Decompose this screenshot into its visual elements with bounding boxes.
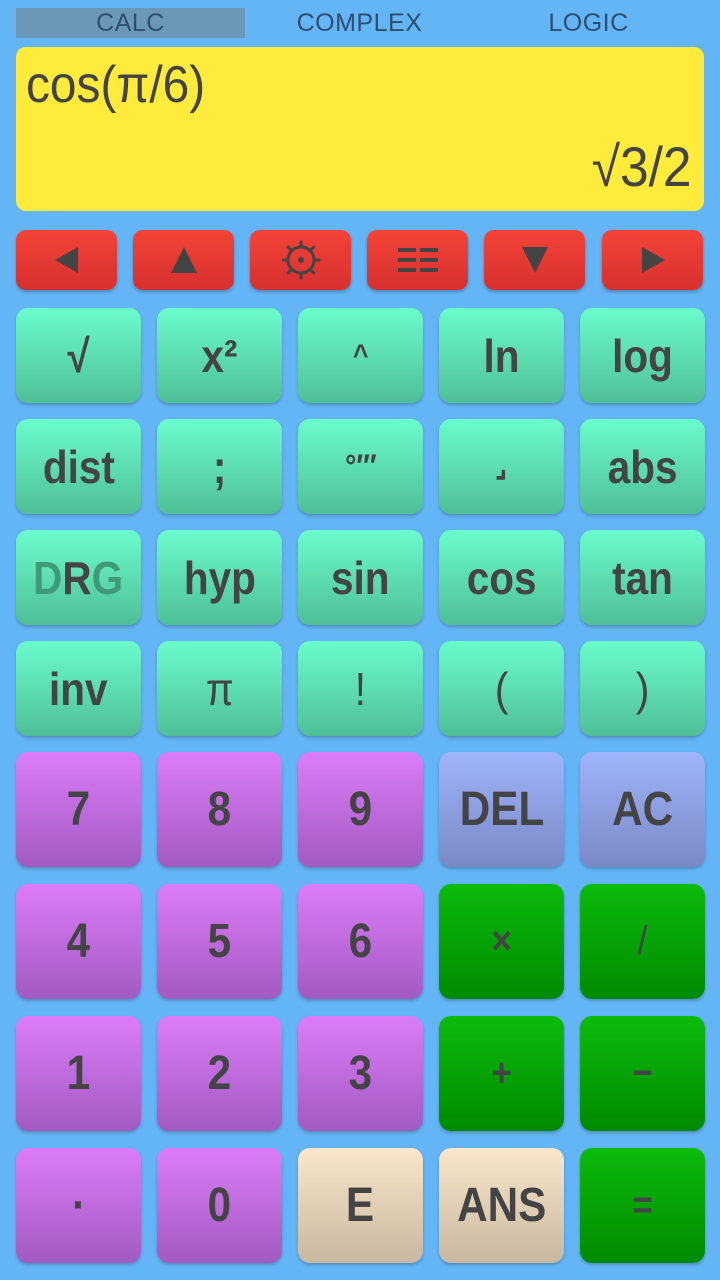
- key-sqrt[interactable]: √: [16, 308, 141, 403]
- settings-icon: [281, 240, 320, 280]
- key-4[interactable]: 4: [16, 884, 141, 999]
- cursor-left-button[interactable]: [16, 230, 117, 290]
- tab-calc[interactable]: CALC: [16, 8, 245, 38]
- key-delete[interactable]: DEL: [439, 752, 564, 867]
- key-decimal-point[interactable]: ·: [16, 1148, 141, 1263]
- history-down-button[interactable]: [484, 230, 585, 290]
- key-square[interactable]: x²: [157, 308, 282, 403]
- key-close-paren[interactable]: ): [580, 641, 705, 736]
- key-open-paren[interactable]: (: [439, 641, 564, 736]
- cursor-right-button[interactable]: [602, 230, 703, 290]
- arrow-down-icon: [521, 247, 548, 273]
- key-6[interactable]: 6: [298, 884, 423, 999]
- key-5[interactable]: 5: [157, 884, 282, 999]
- key-factorial[interactable]: !: [298, 641, 423, 736]
- key-1[interactable]: 1: [16, 1016, 141, 1131]
- mode-tabs: CALC COMPLEX LOGIC: [0, 0, 720, 44]
- key-2[interactable]: 2: [157, 1016, 282, 1131]
- key-pi[interactable]: π: [157, 641, 282, 736]
- key-log[interactable]: log: [580, 308, 705, 403]
- arrow-left-icon: [54, 247, 78, 273]
- key-exponent[interactable]: E: [298, 1148, 423, 1263]
- menu-icon: [397, 248, 438, 272]
- drg-grad: G: [92, 551, 124, 604]
- expression-text: cos(π/6): [26, 56, 206, 114]
- tab-complex[interactable]: COMPLEX: [245, 8, 474, 38]
- key-power[interactable]: ^: [298, 308, 423, 403]
- key-abs[interactable]: abs: [580, 419, 705, 514]
- history-up-button[interactable]: [133, 230, 234, 290]
- key-3[interactable]: 3: [298, 1016, 423, 1131]
- arrow-up-icon: [170, 247, 197, 273]
- key-sin[interactable]: sin: [298, 530, 423, 625]
- key-dist[interactable]: dist: [16, 419, 141, 514]
- key-equals[interactable]: =: [580, 1148, 705, 1263]
- key-7[interactable]: 7: [16, 752, 141, 867]
- key-cos[interactable]: cos: [439, 530, 564, 625]
- key-fraction[interactable]: ⌟: [439, 419, 564, 514]
- key-semicolon[interactable]: ;: [157, 419, 282, 514]
- key-divide[interactable]: /: [580, 884, 705, 999]
- drg-degree: D: [33, 551, 63, 604]
- key-all-clear[interactable]: AC: [580, 752, 705, 867]
- key-0[interactable]: 0: [157, 1148, 282, 1263]
- key-hyp[interactable]: hyp: [157, 530, 282, 625]
- key-plus[interactable]: +: [439, 1016, 564, 1131]
- key-drg[interactable]: DRG: [16, 530, 141, 625]
- tab-logic[interactable]: LOGIC: [474, 8, 703, 38]
- arrow-right-icon: [641, 247, 665, 273]
- key-9[interactable]: 9: [298, 752, 423, 867]
- key-minus[interactable]: −: [580, 1016, 705, 1131]
- result-text: √3/2: [592, 135, 692, 198]
- key-multiply[interactable]: ×: [439, 884, 564, 999]
- key-answer[interactable]: ANS: [439, 1148, 564, 1263]
- key-inv[interactable]: inv: [16, 641, 141, 736]
- key-8[interactable]: 8: [157, 752, 282, 867]
- menu-button[interactable]: [367, 230, 468, 290]
- settings-button[interactable]: [250, 230, 351, 290]
- key-degrees-minutes-seconds[interactable]: °′″: [298, 419, 423, 514]
- drg-radian: R: [62, 551, 93, 604]
- key-tan[interactable]: tan: [580, 530, 705, 625]
- key-ln[interactable]: ln: [439, 308, 564, 403]
- calculator-display[interactable]: cos(π/6) √3/2: [16, 47, 704, 211]
